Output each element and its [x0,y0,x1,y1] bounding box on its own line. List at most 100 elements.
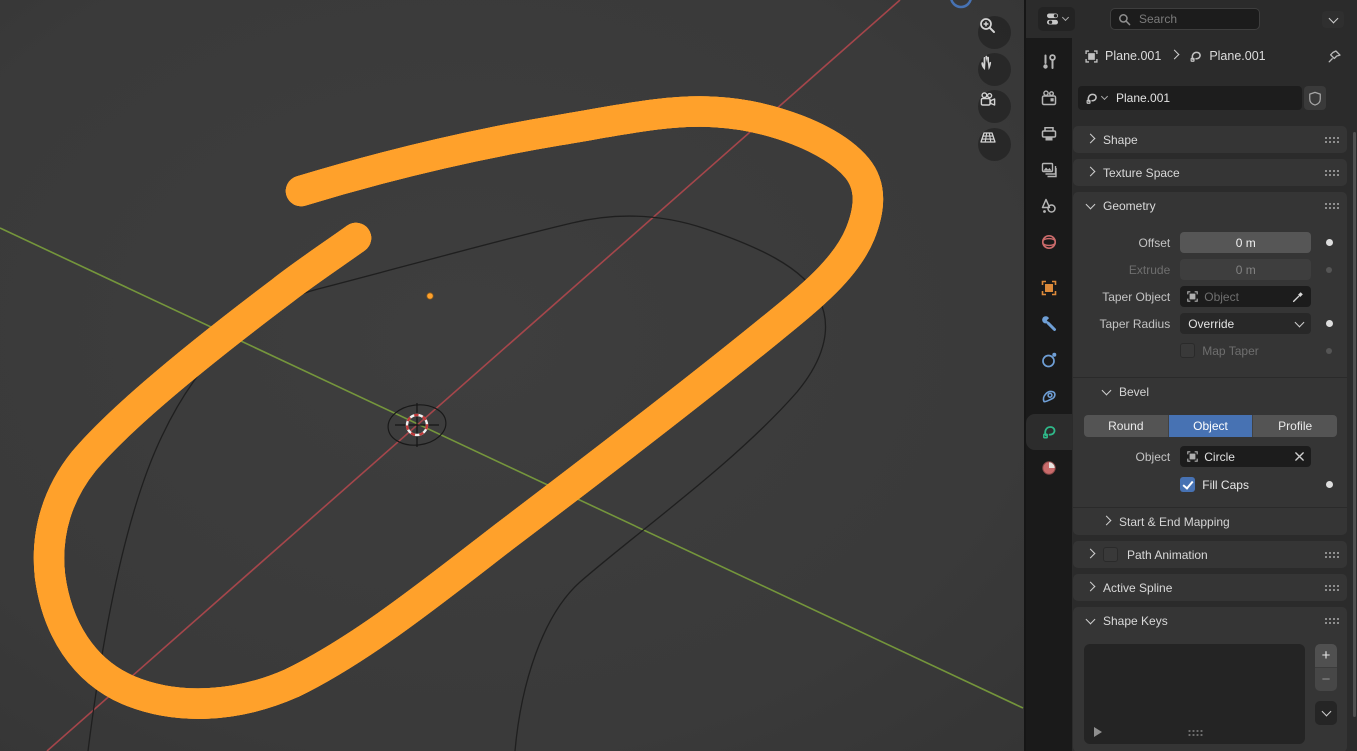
output-icon [1040,125,1058,143]
close-icon[interactable] [1294,451,1305,462]
remove-shape-key-button[interactable]: − [1315,667,1337,691]
subpanel-header-start-end-mapping[interactable]: Start & End Mapping [1073,507,1347,535]
panel-title: Geometry [1103,199,1156,213]
path-animation-checkbox[interactable] [1103,547,1118,562]
tab-object[interactable] [1026,270,1072,306]
chevron-right-icon [1102,515,1112,525]
header-menu-button[interactable] [1322,11,1344,28]
tab-world[interactable] [1026,224,1072,260]
tab-output[interactable] [1026,116,1072,152]
navigation-gizmo[interactable] [951,0,971,7]
bevel-tab-object[interactable]: Object [1169,415,1254,437]
shape-keys-list[interactable] [1084,644,1305,744]
tab-scene[interactable] [1026,188,1072,224]
offset-decorator[interactable] [1326,239,1333,246]
offset-field[interactable]: 0 m [1180,232,1311,253]
zoom-button[interactable] [978,16,1011,49]
panel-drag-handle[interactable] [1324,584,1339,591]
panel-drag-handle[interactable] [1324,136,1339,143]
bevel-tab-round[interactable]: Round [1084,415,1169,437]
bevel-type-segmented: Round Object Profile [1084,415,1337,437]
fill-caps-checkbox[interactable] [1180,477,1195,492]
tab-object-data[interactable] [1026,414,1072,450]
data-name-value[interactable]: Plane.001 [1116,91,1170,105]
viewport-canvas[interactable] [0,0,1024,751]
properties-header [1026,0,1357,38]
panel-drag-handle[interactable] [1324,617,1339,624]
tab-view-layer[interactable] [1026,152,1072,188]
camera-view-button[interactable] [978,90,1011,123]
map-taper-label: Map Taper [1202,344,1258,358]
eyedropper-icon[interactable] [1291,290,1305,304]
panel-title: Path Animation [1127,548,1208,562]
object-icon [1040,279,1058,297]
fake-user-button[interactable] [1304,86,1326,110]
map-taper-decorator[interactable] [1326,348,1332,354]
projection-toggle-button[interactable] [978,128,1011,161]
map-taper-row: Map Taper [1073,340,1347,361]
add-shape-key-button[interactable]: + [1315,644,1337,667]
panel-drag-handle[interactable] [1324,202,1339,209]
taper-radius-decorator[interactable] [1326,320,1333,327]
taper-radius-dropdown[interactable]: Override [1180,313,1311,334]
panel-header-shape-keys[interactable]: Shape Keys [1073,607,1347,634]
tab-material[interactable] [1026,450,1072,486]
pin-icon[interactable] [1326,48,1343,65]
tab-modifiers[interactable] [1026,306,1072,342]
shield-icon [1308,91,1322,106]
panel-header-shape[interactable]: Shape [1073,126,1347,153]
search-box[interactable] [1110,8,1260,30]
pan-button[interactable] [978,53,1011,86]
bevel-tab-profile[interactable]: Profile [1253,415,1337,437]
extrude-value: 0 m [1236,263,1256,277]
panel-header-active-spline[interactable]: Active Spline [1073,574,1347,601]
panel-list: Shape Texture Space Geometry [1073,126,1347,751]
breadcrumb-data[interactable]: Plane.001 [1209,49,1265,63]
taper-object-label: Taper Object [1073,290,1170,304]
breadcrumb-separator-icon [1170,50,1180,60]
tab-tool[interactable] [1026,44,1072,80]
panel-active-spline: Active Spline [1073,574,1347,601]
tab-physics[interactable] [1026,342,1072,378]
panel-drag-handle[interactable] [1324,169,1339,176]
breadcrumb-object[interactable]: Plane.001 [1105,49,1161,63]
panel-drag-handle[interactable] [1324,551,1339,558]
data-name-field[interactable]: Plane.001 [1078,86,1302,110]
taper-object-field[interactable]: Object [1180,286,1311,307]
curve-object-selected[interactable] [49,111,868,703]
properties-scrollbar[interactable] [1353,132,1356,717]
bevel-object-field[interactable]: Circle [1180,446,1311,467]
chevron-down-icon[interactable] [1101,93,1108,100]
extrude-field[interactable]: 0 m [1180,259,1311,280]
panel-shape: Shape [1073,126,1347,153]
axis-y-line [0,228,1023,708]
subpanel-header-bevel[interactable]: Bevel [1073,377,1347,405]
search-input[interactable] [1137,11,1241,27]
panel-geometry: Geometry Offset 0 m Extrude 0 m [1073,192,1347,535]
editor-type-button[interactable] [1038,7,1075,31]
shape-keys-buttons: + − [1315,644,1337,744]
fill-caps-decorator[interactable] [1326,481,1333,488]
panel-header-texture-space[interactable]: Texture Space [1073,159,1347,186]
properties-editor: Plane.001 Plane.001 Plane.001 [1024,0,1357,751]
bevel-body: Round Object Profile Object Circle [1073,415,1347,507]
shape-key-specials-button[interactable] [1315,701,1337,725]
viewport-3d[interactable] [0,0,1024,751]
properties-content: Plane.001 Plane.001 Plane.001 [1072,38,1357,751]
panel-header-geometry[interactable]: Geometry [1073,192,1347,219]
tab-constraints[interactable] [1026,378,1072,414]
material-icon [1040,459,1058,477]
render-icon [1040,89,1058,107]
object-origin-dot[interactable] [427,293,433,299]
breadcrumb: Plane.001 Plane.001 [1072,40,1357,72]
map-taper-checkbox[interactable] [1180,343,1195,358]
list-filter-expander-icon[interactable] [1094,727,1102,737]
list-resize-handle[interactable] [1187,729,1202,736]
panel-header-path-animation[interactable]: Path Animation [1073,541,1347,568]
curve-data-icon [1188,49,1203,64]
extrude-decorator[interactable] [1326,267,1332,273]
map-taper-field: Map Taper [1180,340,1311,361]
tab-render[interactable] [1026,80,1072,116]
view-layer-icon [1040,161,1058,179]
panel-texture-space: Texture Space [1073,159,1347,186]
